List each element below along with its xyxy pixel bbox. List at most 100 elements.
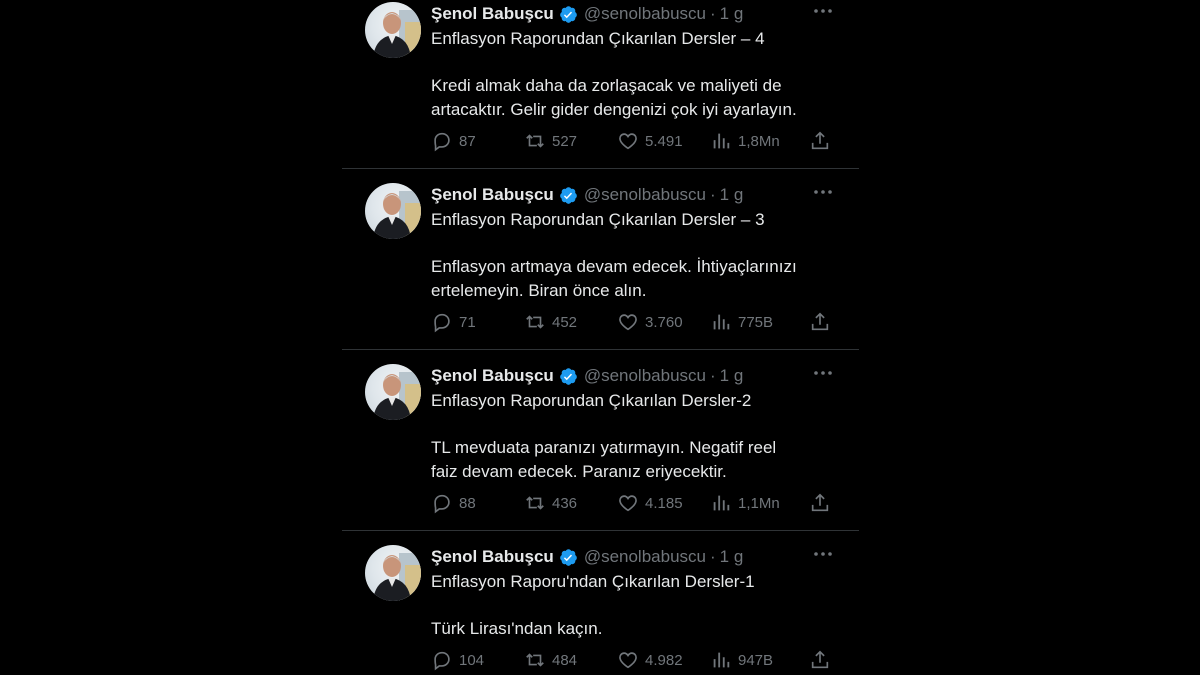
separator-dot: · [709, 4, 716, 23]
view-count: 947B [738, 651, 774, 669]
tweet[interactable]: Şenol Babuşcu @senolbabuscu · 1 g Enflas… [342, 535, 859, 675]
avatar[interactable] [365, 364, 421, 420]
timestamp[interactable]: 1 g [720, 547, 744, 567]
tweet-title: Enflasyon Raporundan Çıkarılan Dersler-2 [431, 391, 752, 410]
more-options-icon[interactable] [812, 183, 834, 201]
views-button[interactable]: 1,1Mn [710, 491, 780, 515]
retweet-count: 436 [552, 494, 578, 512]
more-options-icon[interactable] [812, 2, 834, 20]
timestamp[interactable]: 1 g [720, 4, 744, 24]
retweet-icon [526, 653, 544, 667]
views-button[interactable]: 947B [710, 648, 773, 672]
tweet-text: Türk Lirası'ndan kaçın. [431, 617, 851, 641]
author-handle[interactable]: @senolbabuscu [584, 4, 706, 24]
separator-dot: · [709, 185, 716, 204]
heart-icon [619, 133, 637, 150]
share-icon [811, 650, 829, 669]
retweet-button[interactable]: 527 [524, 129, 577, 153]
timestamp[interactable]: 1 g [720, 366, 744, 386]
tweet-text-line: Enflasyon artmaya devam edecek. İhtiyaçl… [431, 257, 797, 276]
tweet-text-line: faiz devam edecek. Paranız eriyecektir. [431, 462, 727, 481]
views-button[interactable]: 1,8Mn [710, 129, 780, 153]
reply-count: 71 [459, 313, 476, 331]
retweet-count: 527 [552, 132, 578, 150]
share-icon [811, 493, 829, 512]
like-count: 5.491 [645, 132, 683, 150]
author-name[interactable]: Şenol Babuşcu [431, 185, 554, 205]
retweet-button[interactable]: 452 [524, 310, 577, 334]
like-button[interactable]: 4.185 [617, 491, 683, 515]
retweet-button[interactable]: 436 [524, 491, 577, 515]
view-count: 775B [738, 313, 774, 331]
retweet-button[interactable]: 484 [524, 648, 577, 672]
like-count: 4.982 [645, 651, 683, 669]
author-handle[interactable]: @senolbabuscu [584, 547, 706, 567]
share-button[interactable] [809, 491, 831, 515]
reply-icon [434, 651, 450, 671]
reply-icon [434, 132, 450, 152]
reply-button[interactable]: 71 [431, 310, 476, 334]
tweet-title: Enflasyon Raporundan Çıkarılan Dersler –… [431, 29, 765, 48]
tweet[interactable]: Şenol Babuşcu @senolbabuscu · 1 g Enflas… [342, 354, 859, 530]
heart-icon [619, 652, 637, 669]
separator-dot: · [709, 366, 716, 385]
share-icon [811, 312, 829, 331]
more-options-icon[interactable] [812, 545, 834, 563]
author-name[interactable]: Şenol Babuşcu [431, 547, 554, 567]
like-button[interactable]: 5.491 [617, 129, 683, 153]
author-name[interactable]: Şenol Babuşcu [431, 366, 554, 386]
tweet-text: TL mevduata paranızı yatırmayın. Negatif… [431, 436, 851, 484]
author-handle[interactable]: @senolbabuscu [584, 185, 706, 205]
retweet-count: 452 [552, 313, 578, 331]
share-button[interactable] [809, 648, 831, 672]
tweet-actions: 87 527 5.491 1,8Mn [431, 129, 836, 153]
verified-badge-icon [559, 186, 577, 204]
reply-icon [434, 313, 450, 333]
analytics-icon [713, 314, 730, 330]
share-button[interactable] [809, 129, 831, 153]
more-options-icon[interactable] [812, 364, 834, 382]
tweet[interactable]: Şenol Babuşcu @senolbabuscu · 1 g Enflas… [342, 0, 859, 168]
reply-count: 104 [459, 651, 485, 669]
timestamp[interactable]: 1 g [720, 185, 744, 205]
avatar[interactable] [365, 545, 421, 601]
heart-icon [619, 495, 637, 512]
retweet-icon [526, 496, 544, 510]
analytics-icon [713, 495, 730, 511]
reply-button[interactable]: 87 [431, 129, 476, 153]
like-count: 4.185 [645, 494, 683, 512]
like-count: 3.760 [645, 313, 683, 331]
tweet-text-line: artacaktır. Gelir gider dengenizi çok iy… [431, 100, 797, 119]
tweet-actions: 71 452 3.760 775B [431, 310, 836, 334]
tweet-title: Enflasyon Raporu'ndan Çıkarılan Dersler-… [431, 572, 755, 591]
author-name[interactable]: Şenol Babuşcu [431, 4, 554, 24]
analytics-icon [713, 133, 730, 149]
author-handle[interactable]: @senolbabuscu [584, 366, 706, 386]
tweet-text-line: Kredi almak daha da zorlaşacak ve maliye… [431, 76, 782, 95]
view-count: 1,1Mn [738, 494, 780, 512]
tweet-text: Enflasyon artmaya devam edecek. İhtiyaçl… [431, 255, 851, 303]
tweet-title: Enflasyon Raporundan Çıkarılan Dersler –… [431, 210, 765, 229]
retweet-icon [526, 315, 544, 329]
like-button[interactable]: 4.982 [617, 648, 683, 672]
verified-badge-icon [559, 5, 577, 23]
view-count: 1,8Mn [738, 132, 780, 150]
views-button[interactable]: 775B [710, 310, 773, 334]
divider [342, 530, 859, 531]
retweet-count: 484 [552, 651, 578, 669]
reply-button[interactable]: 104 [431, 648, 484, 672]
avatar[interactable] [365, 2, 421, 58]
reply-count: 87 [459, 132, 476, 150]
tweet[interactable]: Şenol Babuşcu @senolbabuscu · 1 g Enflas… [342, 173, 859, 349]
separator-dot: · [709, 547, 716, 566]
heart-icon [619, 314, 637, 331]
like-button[interactable]: 3.760 [617, 310, 683, 334]
share-button[interactable] [809, 310, 831, 334]
divider [342, 168, 859, 169]
avatar[interactable] [365, 183, 421, 239]
reply-button[interactable]: 88 [431, 491, 476, 515]
reply-icon [434, 494, 450, 514]
tweet-actions: 88 436 4.185 1,1Mn [431, 491, 836, 515]
tweet-actions: 104 484 4.982 947B [431, 648, 836, 672]
verified-badge-icon [559, 548, 577, 566]
